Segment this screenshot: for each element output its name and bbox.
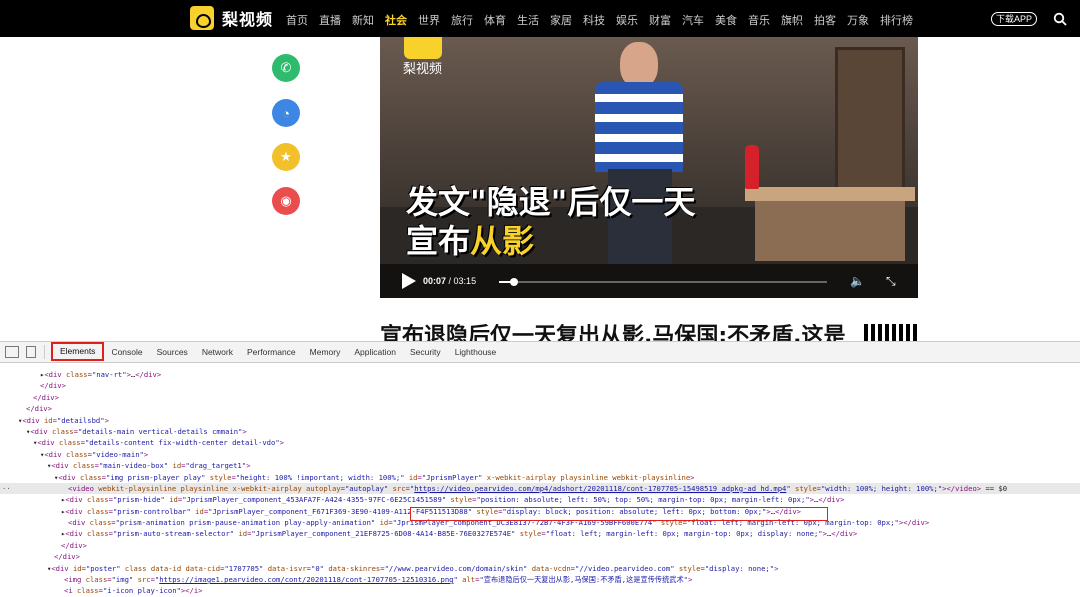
video-caption-line2: 宣布从影	[406, 222, 535, 260]
nav-item[interactable]: 美食	[715, 12, 737, 28]
qq-icon: ◔	[282, 105, 290, 121]
devtools-tab-network[interactable]: Network	[195, 342, 240, 363]
nav-item[interactable]: 万象	[847, 12, 869, 28]
video-page: ✆ ◔ ★ ◉ 梨视频 发文"隐退"后仅一天 宣布从影 00:07 / 03:1…	[0, 37, 1080, 341]
dom-node[interactable]: </div>	[0, 392, 1080, 403]
nav-item[interactable]: 财富	[649, 12, 671, 28]
nav-item[interactable]: 汽车	[682, 12, 704, 28]
inspect-element-icon[interactable]	[5, 346, 19, 358]
nav-item[interactable]: 体育	[484, 12, 506, 28]
devtools-tab-memory[interactable]: Memory	[303, 342, 348, 363]
device-toolbar-icon[interactable]	[26, 346, 36, 358]
dom-node[interactable]: ▸<div class="nav-rt">…</div>	[0, 369, 1080, 380]
dom-node[interactable]: </div>	[0, 403, 1080, 414]
channel-nav: 首页 直播 新知 社会 世界 旅行 体育 生活 家居 科技 娱乐 财富 汽车 美食 音乐 旗帜 拍客 万象 排行榜	[286, 12, 924, 28]
nav-item[interactable]: 新知	[352, 12, 374, 28]
devtools-tab-security[interactable]: Security	[403, 342, 448, 363]
download-app-button[interactable]: 下载APP	[991, 12, 1038, 26]
fullscreen-icon[interactable]: ⤡	[886, 274, 896, 289]
qr-code-icon	[864, 324, 918, 341]
nav-item[interactable]: 科技	[583, 12, 605, 28]
dom-node[interactable]: ▾<div class="main-video-box" id="drag_ta…	[0, 460, 1080, 471]
article-title: 宣布退隐后仅一天复出从影,马保国:不矛盾,这是	[380, 324, 846, 341]
dom-node[interactable]: ▾<div id="detailsbd">	[0, 415, 1080, 426]
volume-icon[interactable]: 🔈	[850, 274, 865, 288]
share-weibo-button[interactable]: ◉	[272, 187, 300, 215]
dom-node[interactable]: ▾<div class="details-content fix-width-c…	[0, 437, 1080, 448]
nav-item[interactable]: 旗帜	[781, 12, 803, 28]
video-time: 00:07 / 03:15	[423, 276, 477, 286]
brand-name: 梨视频	[222, 12, 274, 29]
devtools-panel: Elements Console Sources Network Performance…	[0, 341, 1080, 596]
share-wechat-button[interactable]: ✆	[272, 54, 300, 82]
devtools-tab-application[interactable]: Application	[347, 342, 403, 363]
nav-item[interactable]: 生活	[517, 12, 539, 28]
video-watermark-icon	[404, 37, 442, 59]
dom-node[interactable]: </div>	[0, 551, 1080, 562]
nav-item[interactable]: 直播	[319, 12, 341, 28]
video-watermark-text: 梨视频	[403, 61, 443, 76]
dom-node[interactable]: <i class="i-icon play-icon"></i>	[0, 585, 1080, 596]
elements-tree: ▸<div class="nav-rt">…</div> </div> </di…	[0, 364, 1080, 597]
devtools-tab-elements[interactable]: Elements	[51, 341, 105, 361]
qzone-icon: ★	[280, 149, 292, 164]
dom-node[interactable]: ▸<div class="prism-auto-stream-selector"…	[0, 528, 1080, 539]
nav-item[interactable]: 娱乐	[616, 12, 638, 28]
nav-item[interactable]: 首页	[286, 12, 308, 28]
nav-item[interactable]: 拍客	[814, 12, 836, 28]
devtools-tabbar: Elements Console Sources Network Performance…	[0, 341, 1080, 363]
wechat-icon: ✆	[280, 60, 292, 75]
dom-node[interactable]: ▾<div class="details-main vertical-detai…	[0, 426, 1080, 437]
pear-logo-icon	[190, 6, 214, 30]
top-nav-bar: 梨视频 首页 直播 新知 社会 世界 旅行 体育 生活 家居 科技 娱乐 财富 汽车 美食 音乐 旗帜 拍客 万象…	[0, 0, 1080, 37]
dom-node[interactable]: ▾<div id="poster" class data-id data-cid…	[0, 563, 1080, 574]
nav-item[interactable]: 世界	[418, 12, 440, 28]
nav-item[interactable]: 社会	[385, 12, 407, 28]
dom-node[interactable]: ▾<div class="video-main">	[0, 449, 1080, 460]
dom-node[interactable]: ▾<div class="img prism-player play" styl…	[0, 472, 1080, 483]
devtools-tab-sources[interactable]: Sources	[150, 342, 195, 363]
dom-node[interactable]: <img class="img" src="https://image1.pea…	[0, 574, 1080, 585]
src-highlight-box	[410, 507, 828, 521]
share-qzone-button[interactable]: ★	[272, 143, 300, 171]
nav-item[interactable]: 家居	[550, 12, 572, 28]
share-qq-button[interactable]: ◔	[272, 99, 300, 127]
brand-logo[interactable]: 梨视频	[190, 6, 273, 30]
devtools-tab-performance[interactable]: Performance	[240, 342, 303, 363]
progress-knob[interactable]	[509, 278, 518, 286]
devtools-tabs: Elements Console Sources Network Performance…	[51, 341, 504, 363]
dom-node[interactable]: </div>	[0, 380, 1080, 391]
dom-node[interactable]: </div>	[0, 540, 1080, 551]
nav-item[interactable]: 排行榜	[880, 12, 913, 28]
dom-node-selected[interactable]: ·· <video webkit-playsinline playsinline …	[0, 482, 1080, 495]
nav-item[interactable]: 音乐	[748, 12, 770, 28]
search-icon[interactable]	[1053, 12, 1067, 26]
devtools-tab-console[interactable]: Console	[104, 342, 149, 363]
progress-bar[interactable]	[499, 278, 827, 286]
video-controls: 00:07 / 03:15 🔈 ⤡	[380, 264, 918, 298]
nav-item[interactable]: 旅行	[451, 12, 473, 28]
video-player[interactable]: 梨视频 发文"隐退"后仅一天 宣布从影	[380, 37, 918, 298]
devtools-tab-lighthouse[interactable]: Lighthouse	[448, 342, 504, 363]
weibo-icon: ◉	[280, 193, 292, 208]
play-icon[interactable]	[402, 273, 416, 289]
dom-node[interactable]: ▸<div class="prism-hide" id="JprismPlaye…	[0, 494, 1080, 505]
